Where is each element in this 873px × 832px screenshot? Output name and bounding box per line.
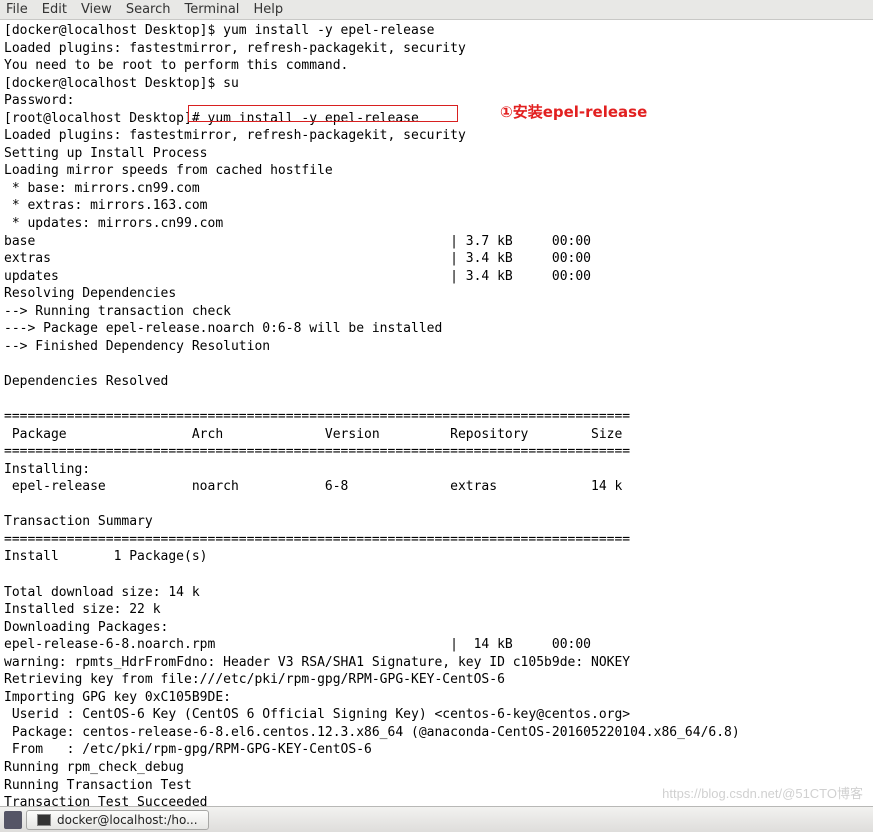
show-desktop-icon[interactable] bbox=[4, 811, 22, 829]
menu-search[interactable]: Search bbox=[126, 2, 171, 17]
menu-view[interactable]: View bbox=[81, 2, 112, 17]
taskbar: docker@localhost:/ho... bbox=[0, 806, 873, 832]
menu-help[interactable]: Help bbox=[253, 2, 283, 17]
taskbar-window-button[interactable]: docker@localhost:/ho... bbox=[26, 810, 209, 830]
menubar: File Edit View Search Terminal Help bbox=[0, 0, 873, 20]
terminal-output[interactable]: [docker@localhost Desktop]$ yum install … bbox=[0, 20, 873, 814]
terminal-icon bbox=[37, 814, 51, 826]
menu-file[interactable]: File bbox=[6, 2, 28, 17]
menu-terminal[interactable]: Terminal bbox=[184, 2, 239, 17]
menu-edit[interactable]: Edit bbox=[42, 2, 67, 17]
watermark-text: https://blog.csdn.net/@51CTO博客 bbox=[662, 783, 863, 802]
taskbar-button-label: docker@localhost:/ho... bbox=[57, 813, 198, 827]
